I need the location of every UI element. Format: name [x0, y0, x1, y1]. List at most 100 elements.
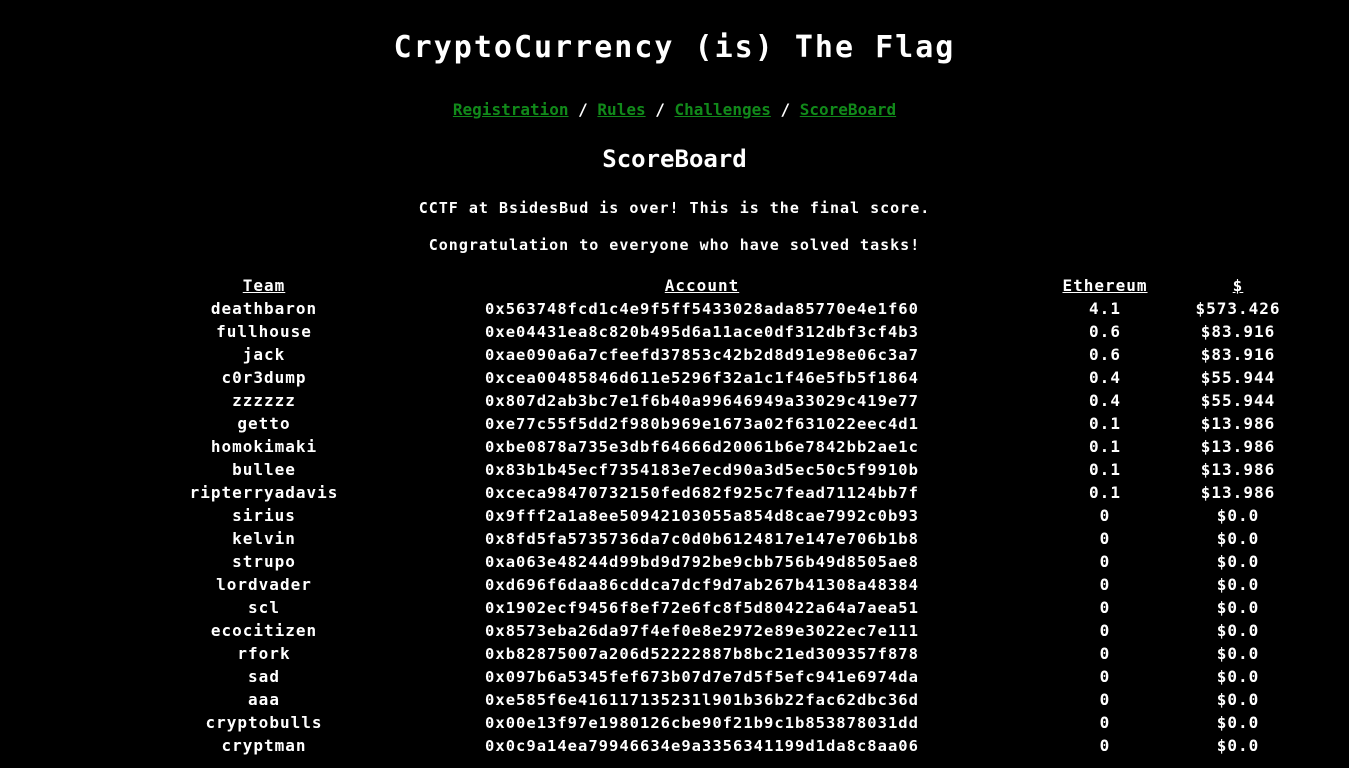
table-row: cryptman 0x0c9a14ea79946634e9a3356341199d…: [160, 734, 1302, 757]
cell-ethereum: 0: [1099, 713, 1111, 732]
cell-team: cryptobulls: [205, 713, 323, 732]
cell-account: 0x83b1b45ecf7354183e7ecd90a3d5ec50c5f991…: [485, 460, 919, 479]
table-row: sad 0x097b6a5345fef673b07d7e7d5f5efc941e6…: [160, 665, 1302, 688]
cell-account: 0x0c9a14ea79946634e9a3356341199d1da8c8aa…: [485, 736, 919, 755]
cell-usd: $0.0: [1216, 644, 1260, 663]
cell-ethereum: 0.1: [1089, 414, 1121, 433]
nav-link-registration[interactable]: Registration: [453, 100, 569, 119]
table-row: aaa 0xe585f6e416117135231l901b36b22fac62d…: [160, 688, 1302, 711]
cell-account: 0x8573eba26da97f4ef0e8e2972e89e3022ec7e1…: [485, 621, 919, 640]
cell-team: deathbaron: [210, 299, 318, 318]
cell-account: 0xceca98470732150fed682f925c7fead71124bb…: [485, 483, 919, 502]
congratulation-message: Congratulation to everyone who have solv…: [428, 236, 921, 254]
cell-ethereum: 0: [1099, 690, 1111, 709]
cell-usd: $0.0: [1216, 575, 1260, 594]
cell-ethereum: 0: [1099, 667, 1111, 686]
cell-account: 0xe585f6e416117135231l901b36b22fac62dbc3…: [485, 690, 919, 709]
nav-link-rules[interactable]: Rules: [597, 100, 645, 119]
table-row: lordvader 0xd696f6daa86cddca7dcf9d7ab267b…: [160, 573, 1302, 596]
nav-link-challenges[interactable]: Challenges: [675, 100, 771, 119]
table-row: rfork 0xb82875007a206d52222887b8bc21ed309…: [160, 642, 1302, 665]
table-header-row: Team Account Ethereum $: [160, 274, 1302, 297]
cell-team: aaa: [248, 690, 280, 709]
cell-usd: $0.0: [1216, 690, 1260, 709]
table-row: fullhouse 0xe04431ea8c820b495d6a11ace0df3…: [160, 320, 1302, 343]
cell-ethereum: 0.1: [1089, 437, 1121, 456]
cell-ethereum: 0.6: [1089, 322, 1121, 341]
cell-usd: $0.0: [1216, 506, 1260, 525]
cell-usd: $83.916: [1200, 345, 1276, 364]
cell-ethereum: 0.4: [1089, 391, 1121, 410]
final-score-notice: CCTF at BsidesBud is over! This is the f…: [418, 199, 931, 217]
cell-ethereum: 0: [1099, 736, 1111, 755]
cell-account: 0x807d2ab3bc7e1f6b40a99646949a33029c419e…: [485, 391, 919, 410]
cell-usd: $0.0: [1216, 598, 1260, 617]
table-row: getto 0xe77c55f5dd2f980b969e1673a02f63102…: [160, 412, 1302, 435]
nav-separator: /: [578, 100, 588, 119]
cell-ethereum: 0: [1099, 552, 1111, 571]
cell-ethereum: 0.1: [1089, 460, 1121, 479]
section-title: ScoreBoard: [602, 145, 747, 173]
table-row: kelvin 0x8fd5fa5735736da7c0d0b6124817e147…: [160, 527, 1302, 550]
table-row: ripterryadavis 0xceca98470732150fed682f92…: [160, 481, 1302, 504]
cell-ethereum: 4.1: [1089, 299, 1121, 318]
cell-account: 0xae090a6a7cfeefd37853c42b2d8d91e98e06c3…: [485, 345, 919, 364]
cell-usd: $55.944: [1200, 368, 1276, 387]
cell-team: homokimaki: [210, 437, 318, 456]
cell-usd: $0.0: [1216, 552, 1260, 571]
nav-separator: /: [780, 100, 791, 119]
cell-team: sad: [248, 667, 280, 686]
cell-team: strupo: [232, 552, 296, 571]
cell-team: zzzzzz: [232, 391, 296, 410]
table-row: c0r3dump 0xcea00485846d611e5296f32a1c1f46…: [160, 366, 1302, 389]
nav-link-scoreboard[interactable]: ScoreBoard: [800, 100, 896, 119]
table-row: jack 0xae090a6a7cfeefd37853c42b2d8d91e98e…: [160, 343, 1302, 366]
cell-team: rfork: [237, 644, 291, 663]
header-ethereum: Ethereum: [1062, 276, 1148, 295]
cell-ethereum: 0: [1099, 575, 1111, 594]
cell-usd: $0.0: [1216, 736, 1260, 755]
table-row: cryptobulls 0x00e13f97e1980126cbe90f21b9c…: [160, 711, 1302, 734]
cell-usd: $13.986: [1200, 437, 1276, 456]
cell-ethereum: 0: [1099, 644, 1111, 663]
cell-usd: $13.986: [1200, 414, 1276, 433]
cell-account: 0xe77c55f5dd2f980b969e1673a02f631022eec4…: [485, 414, 919, 433]
cell-usd: $0.0: [1216, 713, 1260, 732]
cell-usd: $55.944: [1200, 391, 1276, 410]
scoreboard-table: Team Account Ethereum $ deathbaron 0x5637…: [160, 274, 1302, 757]
cell-account: 0x9fff2a1a8ee50942103055a854d8cae7992c0b…: [485, 506, 919, 525]
main-nav: Registration / Rules / Challenges / Scor…: [0, 100, 1349, 119]
cell-ethereum: 0: [1099, 621, 1111, 640]
cell-account: 0xb82875007a206d52222887b8bc21ed309357f8…: [485, 644, 919, 663]
table-row: strupo 0xa063e48244d99bd9d792be9cbb756b49…: [160, 550, 1302, 573]
cell-ethereum: 0.1: [1089, 483, 1121, 502]
cell-usd: $0.0: [1216, 667, 1260, 686]
cell-account: 0x8fd5fa5735736da7c0d0b6124817e147e706b1…: [485, 529, 919, 548]
cell-account: 0x097b6a5345fef673b07d7e7d5f5efc941e6974…: [485, 667, 919, 686]
cell-team: scl: [248, 598, 280, 617]
cell-team: getto: [237, 414, 291, 433]
cell-usd: $0.0: [1216, 529, 1260, 548]
table-row: homokimaki 0xbe0878a735e3dbf64666d20061b6…: [160, 435, 1302, 458]
header-usd: $: [1232, 276, 1244, 295]
table-row: deathbaron 0x563748fcd1c4e9f5ff5433028ada…: [160, 297, 1302, 320]
cell-team: fullhouse: [216, 322, 312, 341]
cell-account: 0x563748fcd1c4e9f5ff5433028ada85770e4e1f…: [485, 299, 919, 318]
cell-ethereum: 0: [1099, 529, 1111, 548]
cell-usd: $83.916: [1200, 322, 1276, 341]
cell-account: 0xbe0878a735e3dbf64666d20061b6e7842bb2ae…: [485, 437, 919, 456]
cell-account: 0xe04431ea8c820b495d6a11ace0df312dbf3cf4…: [485, 322, 919, 341]
cell-ethereum: 0.4: [1089, 368, 1121, 387]
cell-team: ecocitizen: [210, 621, 318, 640]
table-row: ecocitizen 0x8573eba26da97f4ef0e8e2972e89…: [160, 619, 1302, 642]
table-row: bullee 0x83b1b45ecf7354183e7ecd90a3d5ec50…: [160, 458, 1302, 481]
cell-ethereum: 0: [1099, 506, 1111, 525]
cell-team: cryptman: [221, 736, 307, 755]
scoreboard-body: deathbaron 0x563748fcd1c4e9f5ff5433028ada…: [160, 297, 1302, 757]
cell-team: c0r3dump: [221, 368, 307, 387]
header-account: Account: [664, 276, 740, 295]
table-row: zzzzzz 0x807d2ab3bc7e1f6b40a99646949a3302…: [160, 389, 1302, 412]
cell-account: 0xd696f6daa86cddca7dcf9d7ab267b41308a483…: [485, 575, 919, 594]
cell-team: jack: [242, 345, 286, 364]
cell-team: kelvin: [232, 529, 296, 548]
